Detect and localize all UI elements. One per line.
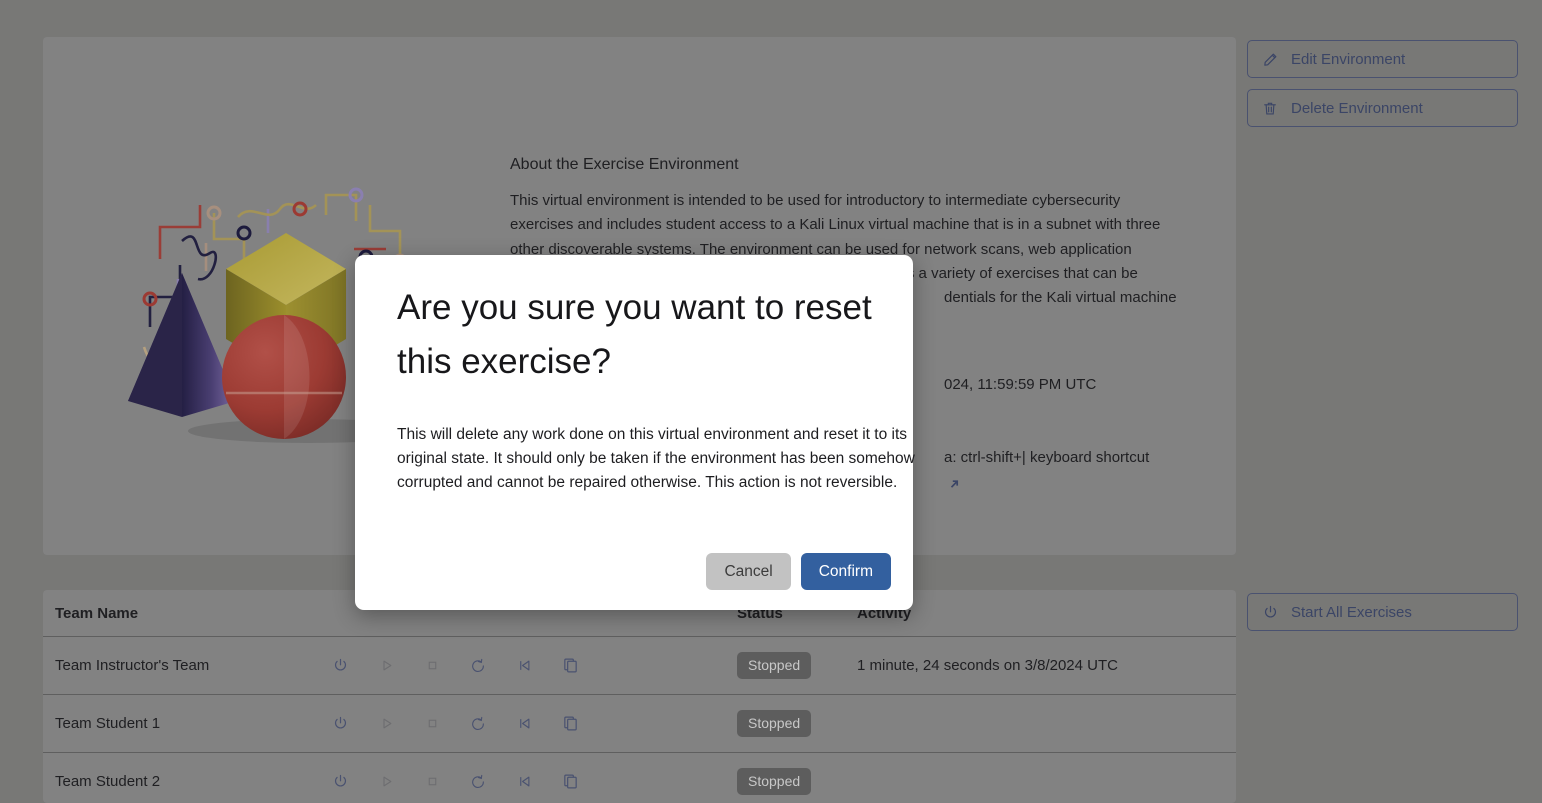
modal-body-text: This will delete any work done on this v… <box>397 426 915 491</box>
cancel-button[interactable]: Cancel <box>706 553 791 590</box>
page-root: About the Exercise Environment This virt… <box>0 0 1542 803</box>
modal-title: Are you sure you want to reset this exer… <box>397 288 872 381</box>
modal-actions: Cancel Confirm <box>706 553 891 590</box>
confirm-button[interactable]: Confirm <box>800 553 891 590</box>
reset-confirmation-modal: Are you sure you want to reset this exer… <box>355 255 915 610</box>
